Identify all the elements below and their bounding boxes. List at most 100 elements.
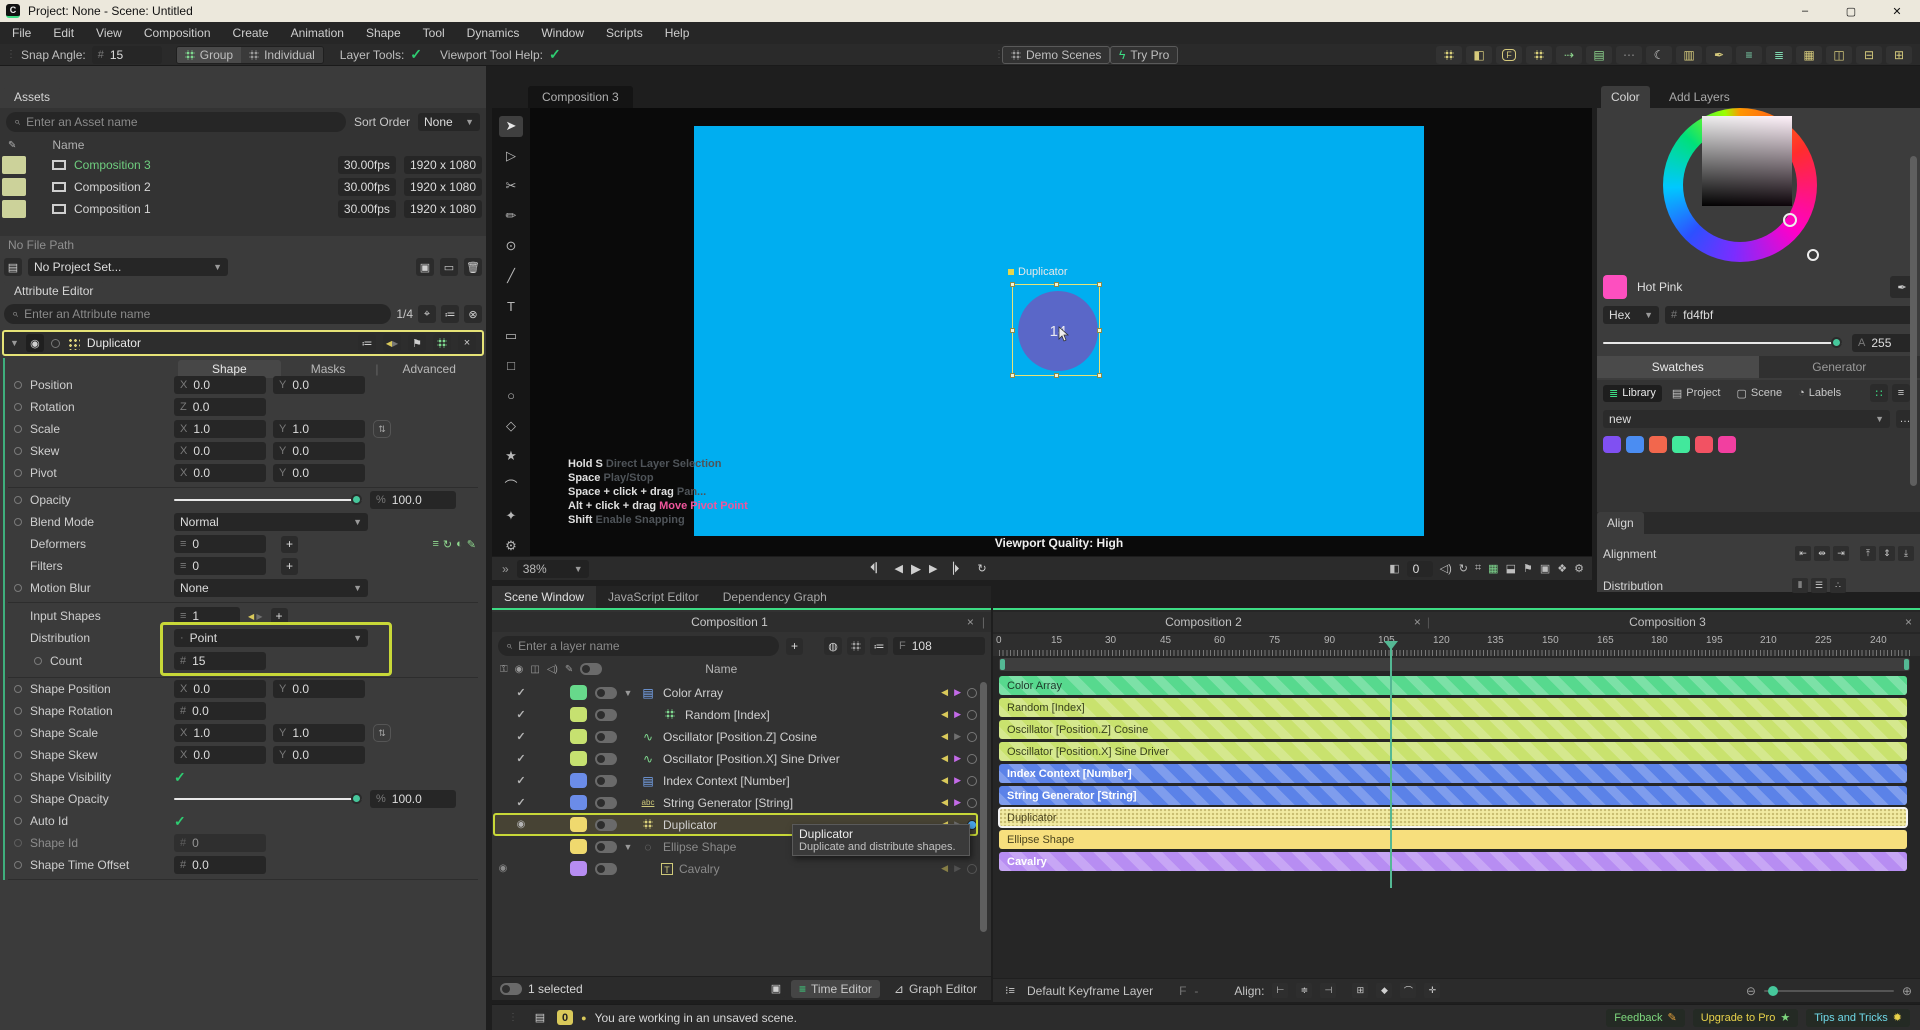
shape-opacity-field[interactable]: % 100.0 — [370, 790, 456, 808]
tips-and-tricks-button[interactable]: Tips and Tricks ✹ — [1806, 1008, 1910, 1027]
individual-toggle[interactable]: Individual — [241, 46, 323, 63]
swatch-green[interactable] — [1672, 436, 1690, 453]
camera-toggle-icon[interactable] — [595, 796, 617, 809]
asset-swatch[interactable] — [2, 200, 26, 218]
camera-toggle-icon[interactable] — [595, 774, 617, 787]
align-v-bottom-icon[interactable]: ⤓ — [1898, 546, 1914, 561]
swatches-tab[interactable]: Swatches — [1597, 356, 1759, 378]
motion-blur-dropdown[interactable]: None ▼ — [174, 579, 368, 597]
line-tool[interactable]: ╱ — [499, 266, 523, 287]
project-folder-icon[interactable]: ▤ — [4, 258, 22, 276]
position-y-field[interactable]: Y 0.0 — [273, 376, 365, 394]
keyframe-bullet[interactable] — [14, 795, 22, 803]
in-connection-icon[interactable]: ◀ — [941, 863, 948, 874]
zoom-slider-knob[interactable] — [1767, 985, 1778, 996]
snapshot-icon[interactable]: ▣ — [1540, 562, 1550, 575]
scale-x-field[interactable]: X 1.0 — [174, 420, 266, 438]
guides-grid-icon[interactable]: ⌗ — [1475, 562, 1481, 575]
enabled-check-icon[interactable]: ✓ — [512, 796, 530, 809]
timeline-bar-string-generator[interactable]: String Generator [String] — [999, 786, 1907, 805]
graph-edit-icon[interactable]: ✎ — [467, 538, 476, 551]
swatch-orange[interactable] — [1649, 436, 1667, 453]
layer-row-oscillator-z[interactable]: ✓ ∿ Oscillator [Position.Z] Cosine ◀ ▶ — [494, 726, 977, 747]
range-end-marker[interactable] — [1904, 659, 1909, 670]
swatch-red[interactable] — [1695, 436, 1713, 453]
scatter-icon[interactable] — [1526, 45, 1552, 64]
camera-toggle-icon[interactable] — [595, 708, 617, 721]
chevron-down-icon[interactable]: ▼ — [617, 842, 639, 852]
polygon-tool[interactable]: ◇ — [499, 415, 523, 436]
ruler-icon[interactable]: ▥ — [1676, 45, 1702, 64]
camera-toggle-icon[interactable] — [595, 862, 617, 875]
enabled-check-icon[interactable]: ✓ — [512, 752, 530, 765]
minimize-button[interactable]: – — [1782, 0, 1828, 22]
filter-settings-icon[interactable]: ≔ — [870, 637, 888, 655]
keyframe-bullet[interactable] — [14, 751, 22, 759]
filters-field[interactable]: ≡ 0 — [174, 557, 266, 575]
layer-swatch[interactable] — [570, 751, 587, 766]
keyframe-bullet[interactable] — [14, 518, 22, 526]
asset-search-input[interactable] — [26, 115, 338, 129]
keyframe-bullet[interactable] — [14, 707, 22, 715]
render-view-icon[interactable]: ▦ — [1488, 562, 1498, 575]
deform-icon[interactable]: ◐ — [456, 538, 463, 551]
timeline-bar-cavalry[interactable]: Cavalry — [999, 852, 1907, 871]
state-ring-icon[interactable] — [967, 731, 977, 742]
star-tool[interactable]: ★ — [499, 445, 523, 466]
add-deformer-button[interactable]: + — [281, 535, 298, 553]
auto-id-checkbox[interactable]: ✓ — [174, 813, 186, 830]
link-xy-icon[interactable]: ⇅ — [373, 420, 391, 438]
menu-composition[interactable]: Composition — [144, 26, 211, 40]
tab-scene-window[interactable]: Scene Window — [492, 586, 597, 608]
rectangle-tool[interactable]: □ — [499, 356, 523, 377]
scene-comp-tab[interactable]: Composition 1 × | — [492, 612, 991, 632]
timeline-zoom-slider[interactable] — [1763, 985, 1894, 996]
asset-row[interactable]: Composition 1 30.00fps 1920 x 1080 — [0, 198, 486, 220]
node-header-duplicator[interactable]: ▼ ◉ Duplicator ≔ ◀ ▶ ⚑ × — [2, 330, 484, 356]
timeline-range-bar[interactable] — [999, 658, 1910, 671]
camera-toggle-icon[interactable] — [595, 752, 617, 765]
timeline-bar-ellipse-shape[interactable]: Ellipse Shape — [999, 830, 1907, 849]
grid-view-icon[interactable]: ∷ — [1870, 384, 1888, 402]
lock-icon[interactable]: ⚿ — [500, 664, 508, 675]
in-connection-icon[interactable]: ◀ — [941, 753, 948, 764]
layer-swatch[interactable] — [570, 773, 587, 788]
eye-icon[interactable]: ◉ — [512, 819, 530, 830]
viewport-tab[interactable]: Composition 3 — [528, 86, 633, 108]
in-connection-icon[interactable]: ◀ — [941, 731, 948, 742]
project-dropdown[interactable]: No Project Set... ▼ — [28, 258, 228, 276]
next-connection-icon[interactable]: ▶ — [256, 612, 262, 621]
layer-tools-checkbox[interactable]: ✓ — [410, 46, 422, 63]
playhead[interactable] — [1384, 641, 1398, 888]
timeline-ruler[interactable]: 0 15 30 45 60 75 90 105 120 135 150 165 … — [993, 634, 1920, 656]
dots-grid-icon[interactable] — [1436, 45, 1462, 64]
keyframe-layer-icon[interactable]: ⁝≡ — [1001, 981, 1019, 1000]
solo-icon[interactable] — [50, 338, 60, 348]
align-v-top-icon[interactable]: ⤒ — [1860, 546, 1876, 561]
link-xy-icon[interactable]: ⇅ — [373, 724, 391, 742]
tab-javascript-editor[interactable]: JavaScript Editor — [596, 586, 711, 608]
tool-settings-gear-icon[interactable]: ⚙ — [499, 535, 523, 556]
list-view-icon[interactable]: ≡ — [1892, 384, 1910, 402]
layer-list-scrollbar[interactable] — [980, 682, 987, 932]
layer-row-string-generator[interactable]: ✓ abc String Generator [String] ◀ ▶ — [494, 792, 977, 813]
dashed-arrow-icon[interactable]: ⇢ — [1556, 45, 1582, 64]
select-tool[interactable]: ➤ — [499, 116, 523, 137]
color-panel-scrollbar[interactable] — [1910, 156, 1917, 486]
rotation-z-field[interactable]: Z 0.0 — [174, 398, 266, 416]
project-chip[interactable]: ▤ Project — [1666, 385, 1727, 402]
filter-visibility-icon[interactable]: ◍ — [824, 637, 842, 655]
upgrade-to-pro-button[interactable]: Upgrade to Pro ★ — [1692, 1008, 1799, 1027]
eye-icon[interactable]: ◉ — [515, 664, 524, 675]
keyframe-shape-icon[interactable]: ◆ — [1376, 983, 1393, 998]
pin-icon[interactable]: ⚑ — [408, 334, 426, 352]
in-connection-icon[interactable]: ◀ — [941, 687, 948, 698]
hex-field[interactable]: # fd4fbf — [1665, 306, 1914, 324]
shape-skew-x-field[interactable]: X 0.0 — [174, 746, 266, 764]
keyframe-bullet[interactable] — [14, 817, 22, 825]
add-layers-tab[interactable]: Add Layers — [1659, 86, 1740, 108]
chevron-down-icon[interactable]: ▼ — [10, 338, 19, 348]
add-layer-button[interactable]: + — [786, 637, 803, 655]
sort-order-dropdown[interactable]: None ▼ — [418, 113, 480, 131]
layer-row-random[interactable]: ✓ Random [Index] ◀ ▶ — [494, 704, 977, 725]
